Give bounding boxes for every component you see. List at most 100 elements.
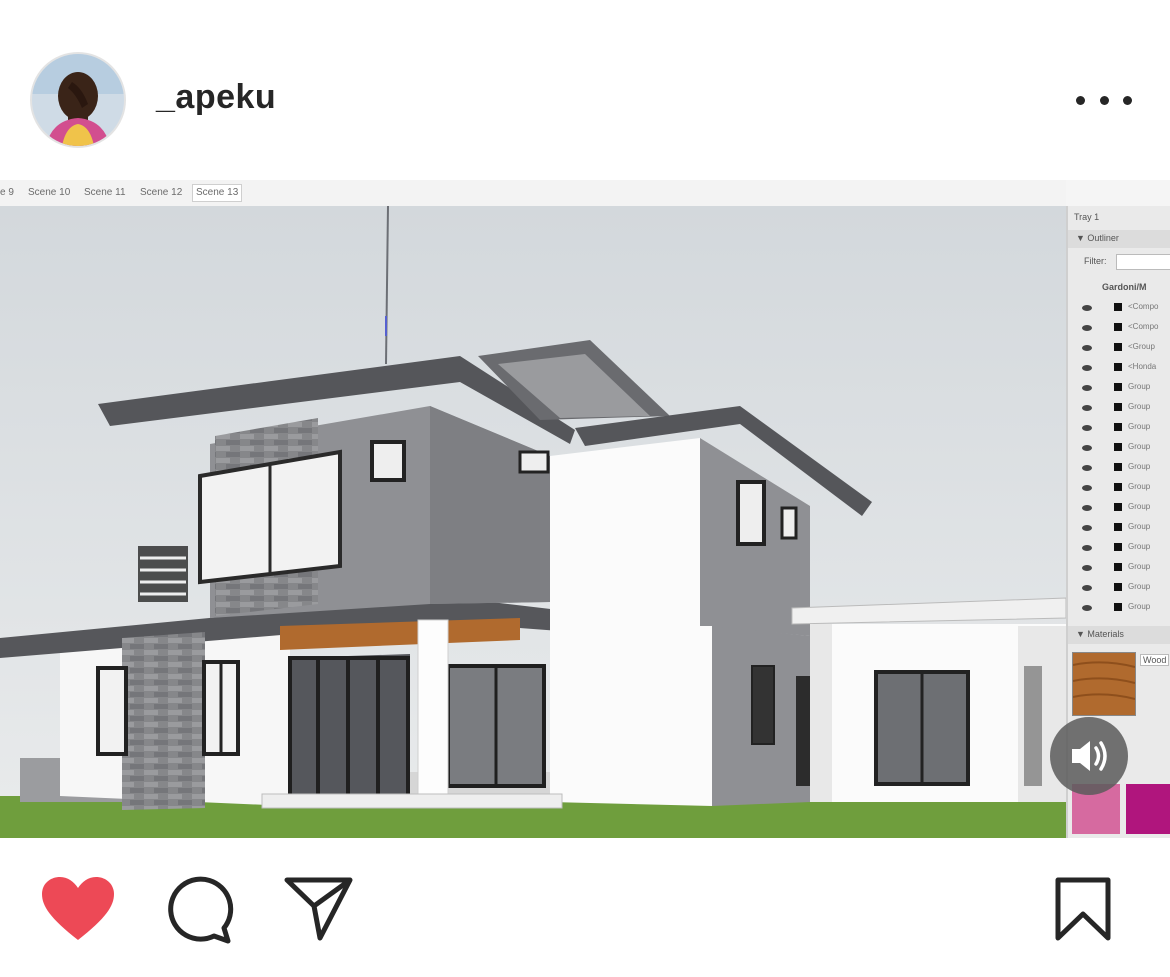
more-options-button[interactable] xyxy=(1076,80,1132,120)
outliner-row: Group xyxy=(1078,420,1170,440)
wood-material-swatch xyxy=(1072,652,1136,716)
outliner-root: Gardoni/M xyxy=(1102,282,1147,292)
outliner-row-label: <Compo xyxy=(1128,302,1159,311)
outliner-row: Group xyxy=(1078,540,1170,560)
eye-icon xyxy=(1082,305,1092,311)
paper-plane-icon xyxy=(284,877,353,941)
eye-icon xyxy=(1082,445,1092,451)
post-header: _apeku xyxy=(0,0,1170,180)
outliner-row-label: Group xyxy=(1128,602,1151,611)
heart-icon xyxy=(42,877,114,940)
group-icon xyxy=(1114,463,1122,471)
group-icon xyxy=(1114,343,1122,351)
eye-icon xyxy=(1082,485,1092,491)
outliner-row: Group xyxy=(1078,600,1170,620)
magenta-swatch xyxy=(1126,784,1170,834)
ellipsis-dot xyxy=(1099,95,1109,105)
outliner-row-label: Group xyxy=(1128,542,1151,551)
eye-icon xyxy=(1082,405,1092,411)
outliner-row-label: Group xyxy=(1128,562,1151,571)
component-icon xyxy=(1114,303,1122,311)
speaker-icon xyxy=(1072,741,1107,771)
sound-toggle-button[interactable] xyxy=(1050,717,1128,795)
outliner-row: Group xyxy=(1078,380,1170,400)
outliner-row: Group xyxy=(1078,460,1170,480)
group-icon xyxy=(1114,563,1122,571)
outliner-row-label: Group xyxy=(1128,382,1151,391)
comment-icon xyxy=(168,876,234,944)
group-icon xyxy=(1114,543,1122,551)
wood-grain xyxy=(1072,661,1136,700)
avatar-photo xyxy=(32,54,124,146)
outliner-row: <Group xyxy=(1078,340,1170,360)
outliner-row-label: Group xyxy=(1128,422,1151,431)
3d-viewport xyxy=(0,205,1067,838)
eye-icon xyxy=(1082,605,1092,611)
scene-tab: Scene 10 xyxy=(28,187,71,198)
outliner-row: <Compo xyxy=(1078,300,1170,320)
outliner-row-label: Group xyxy=(1128,522,1151,531)
group-icon xyxy=(1114,483,1122,491)
scene-tab: e 9 xyxy=(0,187,14,198)
outliner-row: <Compo xyxy=(1078,320,1170,340)
outliner-row: Group xyxy=(1078,560,1170,580)
group-icon xyxy=(1114,403,1122,411)
group-icon xyxy=(1114,523,1122,531)
material-name: Wood xyxy=(1140,654,1170,666)
outliner-row-label: Group xyxy=(1128,502,1151,511)
eye-icon xyxy=(1082,525,1092,531)
outliner-row: Group xyxy=(1078,440,1170,460)
filter-field xyxy=(1116,254,1170,270)
outliner-row-label: <Group xyxy=(1128,342,1155,351)
component-icon xyxy=(1114,323,1122,331)
username[interactable]: _apeku xyxy=(156,78,276,117)
group-icon xyxy=(1114,423,1122,431)
filter-label: Filter: xyxy=(1084,256,1107,266)
eye-icon xyxy=(1082,465,1092,471)
outliner-label: ▼ Outliner xyxy=(1076,233,1119,243)
outliner-row: Group xyxy=(1078,580,1170,600)
eye-icon xyxy=(1082,565,1092,571)
group-icon xyxy=(1114,583,1122,591)
eye-icon xyxy=(1082,585,1092,591)
eye-icon xyxy=(1082,545,1092,551)
outliner-row: Group xyxy=(1078,500,1170,520)
ellipsis-dot xyxy=(1123,95,1132,105)
post-media-video[interactable]: e 9 Scene 10 Scene 11 Scene 12 Scene 13 xyxy=(0,180,1170,838)
eye-icon xyxy=(1082,425,1092,431)
scene-tab-active: Scene 13 xyxy=(192,184,243,202)
group-icon xyxy=(1114,603,1122,611)
outliner-row: Group xyxy=(1078,480,1170,500)
eye-icon xyxy=(1082,325,1092,331)
scene-tab: Scene 12 xyxy=(140,187,183,198)
comment-button[interactable] xyxy=(164,876,234,951)
outliner-row-label: Group xyxy=(1128,462,1151,471)
group-icon xyxy=(1114,503,1122,511)
save-button[interactable] xyxy=(1054,876,1112,947)
outliner-row-label: <Honda xyxy=(1128,362,1157,371)
eye-icon xyxy=(1082,365,1092,371)
bookmark-icon xyxy=(1055,877,1111,941)
like-button[interactable] xyxy=(40,876,116,947)
house-render xyxy=(0,205,1067,838)
outliner-row-label: Group xyxy=(1128,482,1151,491)
outliner-row: <Honda xyxy=(1078,360,1170,380)
outliner-row: Group xyxy=(1078,400,1170,420)
scene-tab: Scene 11 xyxy=(84,187,126,198)
eye-icon xyxy=(1082,385,1092,391)
tray-title: Tray 1 xyxy=(1074,212,1100,222)
eye-icon xyxy=(1082,345,1092,351)
scene-tabs-bar: e 9 Scene 10 Scene 11 Scene 12 Scene 13 xyxy=(0,180,1066,207)
group-icon xyxy=(1114,443,1122,451)
materials-label: ▼ Materials xyxy=(1076,629,1124,639)
group-icon xyxy=(1114,383,1122,391)
outliner-row: Group xyxy=(1078,520,1170,540)
outliner-row-label: Group xyxy=(1128,402,1151,411)
share-button[interactable] xyxy=(284,876,354,947)
ellipsis-icon xyxy=(1076,95,1085,105)
outliner-row-label: <Compo xyxy=(1128,322,1159,331)
avatar[interactable] xyxy=(30,52,126,148)
outliner-row-label: Group xyxy=(1128,442,1151,451)
component-icon xyxy=(1114,363,1122,371)
post-actions xyxy=(0,838,1170,977)
